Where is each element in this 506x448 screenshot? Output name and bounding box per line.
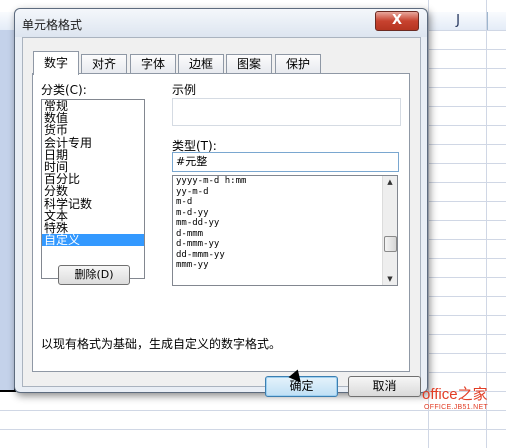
watermark-main-text: office之家	[422, 386, 488, 403]
tab-patterns[interactable]: 图案	[226, 54, 272, 74]
type-option[interactable]: d-mmm	[173, 229, 397, 240]
grid-column-line	[428, 0, 429, 448]
category-item-currency[interactable]: 货币	[42, 124, 144, 136]
type-list[interactable]: yyyy-m-d h:mm yy-m-d m-d m-d-yy mm-dd-yy…	[172, 175, 398, 286]
category-item-fraction[interactable]: 分数	[42, 185, 144, 197]
number-tab-panel: 分类(C): 常规 数值 货币 会计专用 日期 时间 百分比 分数 科学记数 文…	[32, 73, 410, 372]
tab-border[interactable]: 边框	[178, 54, 224, 74]
type-option[interactable]: mm-dd-yy	[173, 218, 397, 229]
type-option[interactable]: yy-m-d	[173, 187, 397, 198]
dialog-title: 单元格格式	[22, 18, 83, 32]
sample-label: 示例	[172, 83, 197, 97]
scroll-down-icon[interactable]: ▼	[383, 273, 397, 285]
close-icon: X	[391, 13, 403, 28]
category-item-scientific[interactable]: 科学记数	[42, 197, 144, 210]
type-option[interactable]: m-d-yy	[173, 208, 397, 219]
category-item-custom[interactable]: 自定义	[42, 234, 144, 247]
dialog-client-area: 数字 对齐 字体 边框 图案 保护 分类(C): 常规 数值 货币 会计专用 日…	[22, 37, 421, 397]
scroll-thumb[interactable]	[384, 236, 397, 252]
watermark-logo: office之家 OFFICE.JB51.NET	[422, 383, 506, 423]
grid-column-line	[486, 0, 487, 448]
delete-button[interactable]: 删除(D)	[58, 265, 130, 285]
type-option[interactable]: yyyy-m-d h:mm	[173, 176, 397, 187]
tab-alignment[interactable]: 对齐	[81, 54, 127, 74]
category-item-accounting[interactable]: 会计专用	[42, 136, 144, 149]
dialog-titlebar[interactable]: 单元格格式 X	[15, 9, 427, 37]
tab-protection[interactable]: 保护	[275, 54, 321, 74]
category-label: 分类(C):	[41, 83, 87, 97]
type-option[interactable]: mmm-yy	[173, 260, 397, 271]
type-option[interactable]: d-mmm-yy	[173, 239, 397, 250]
column-header-j[interactable]: J	[428, 12, 488, 30]
close-button[interactable]: X	[375, 11, 419, 31]
format-description: 以现有格式为基础，生成自定义的数字格式。	[41, 337, 282, 351]
type-input[interactable]: #元整	[172, 152, 399, 172]
type-option[interactable]: m-d	[173, 197, 397, 208]
type-option[interactable]: dd-mmm-yy	[173, 250, 397, 261]
type-list-scrollbar[interactable]: ▲ ▼	[382, 176, 397, 285]
watermark-sub-text: OFFICE.JB51.NET	[424, 404, 489, 411]
sample-box	[172, 98, 401, 126]
tab-number[interactable]: 数字	[33, 51, 79, 75]
cancel-button[interactable]: 取消	[348, 376, 421, 397]
category-list[interactable]: 常规 数值 货币 会计专用 日期 时间 百分比 分数 科学记数 文本 特殊 自定…	[41, 99, 145, 279]
tab-font[interactable]: 字体	[130, 54, 176, 74]
scroll-up-icon[interactable]: ▲	[383, 176, 397, 188]
selection-border	[0, 390, 14, 392]
format-cells-dialog: 单元格格式 X 数字 对齐 字体 边框 图案 保护 分类(C): 常规 数值 货…	[14, 8, 428, 397]
grid-row-line	[0, 429, 506, 430]
